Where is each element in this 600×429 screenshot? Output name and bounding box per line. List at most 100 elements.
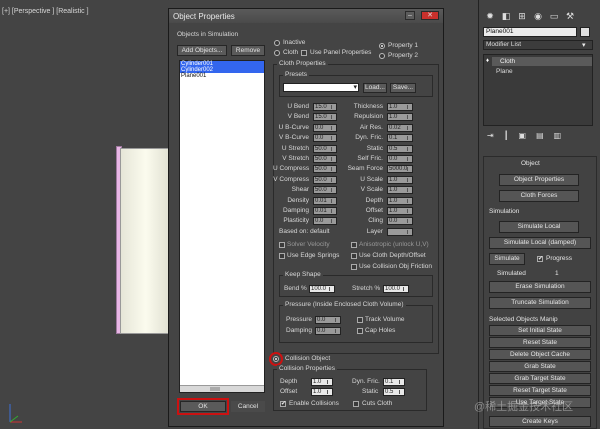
modifier-stack[interactable]: Cloth ♦ Plane bbox=[483, 54, 593, 126]
chevron-down-icon[interactable]: ▾ bbox=[582, 41, 586, 49]
property1-radio[interactable] bbox=[379, 43, 385, 49]
param-spinner[interactable]: 0.0 bbox=[387, 217, 413, 226]
cloth-forces-button[interactable]: Cloth Forces bbox=[499, 190, 579, 202]
param-spinner[interactable]: 50.0 bbox=[313, 144, 337, 153]
param-spinner[interactable]: 50.0 bbox=[313, 186, 337, 195]
cap-holes-checkbox[interactable] bbox=[357, 328, 363, 334]
param-spinner[interactable]: 0.02 bbox=[387, 123, 413, 132]
scroll-thumb[interactable] bbox=[210, 387, 220, 391]
param-spinner[interactable]: 1.0 bbox=[387, 186, 413, 195]
stretch-spinner[interactable]: 100.0 bbox=[383, 285, 409, 293]
param-spinner[interactable]: 50.0 bbox=[313, 165, 337, 174]
viewport-label[interactable]: [+] [Perspective ] [Realistic ] bbox=[2, 8, 89, 15]
param-spinner[interactable]: 0.5 bbox=[387, 144, 413, 153]
ok-button[interactable]: OK bbox=[180, 401, 226, 412]
param-spinner[interactable]: 1.0 bbox=[387, 196, 413, 205]
param-label: Offset bbox=[365, 207, 383, 214]
param-spinner[interactable]: 50.0 bbox=[313, 175, 337, 184]
object-name-field[interactable]: Plane001 bbox=[483, 27, 577, 37]
param-spinner[interactable]: 0.1 bbox=[387, 134, 413, 143]
set-initial-state-button[interactable]: Set Initial State bbox=[489, 325, 591, 336]
enable-collisions-checkbox[interactable] bbox=[280, 400, 286, 407]
modify-tab-icon[interactable]: ◧ bbox=[499, 10, 513, 22]
reset-target-state-button[interactable]: Reset Target State bbox=[489, 385, 591, 396]
damping-spinner[interactable]: 0.0 bbox=[315, 327, 341, 335]
remove-button[interactable]: Remove bbox=[231, 45, 265, 56]
add-objects-button[interactable]: Add Objects... bbox=[177, 45, 227, 56]
use-panel-properties-checkbox[interactable] bbox=[301, 50, 307, 56]
inactive-radio[interactable] bbox=[274, 40, 280, 46]
param-spinner[interactable]: 0.0 bbox=[313, 123, 337, 132]
param-spinner[interactable]: 0.0 bbox=[387, 155, 413, 163]
create-keys-button[interactable]: Create Keys bbox=[489, 416, 591, 427]
use-cloth-depth-checkbox[interactable] bbox=[351, 253, 357, 259]
grab-target-state-button[interactable]: Grab Target State bbox=[489, 373, 591, 384]
modifier-list-dropdown[interactable]: Modifier List bbox=[483, 40, 593, 50]
offset-spinner[interactable]: 1.0 bbox=[311, 388, 333, 396]
object-properties-button[interactable]: Object Properties bbox=[499, 174, 579, 186]
delete-object-cache-button[interactable]: Delete Object Cache bbox=[489, 349, 591, 360]
hierarchy-tab-icon[interactable]: ⊞ bbox=[515, 10, 529, 22]
simulate-button[interactable]: Simulate bbox=[489, 253, 525, 265]
param-spinner[interactable]: 1.0 bbox=[387, 207, 413, 215]
stack-tools-icon[interactable]: ⇥┃▣▤▥ bbox=[487, 131, 587, 143]
property2-radio[interactable] bbox=[379, 53, 385, 59]
dyn-fric-spinner[interactable]: 0.1 bbox=[383, 378, 405, 386]
erase-simulation-button[interactable]: Erase Simulation bbox=[489, 281, 591, 293]
objects-listbox[interactable]: Cylinder001 Cylinder002 Plane001 bbox=[179, 60, 265, 393]
minimize-icon[interactable]: – bbox=[405, 11, 415, 20]
stack-item-cloth[interactable]: Cloth bbox=[492, 57, 592, 66]
load-button[interactable]: Load... bbox=[363, 83, 387, 93]
list-scrollbar[interactable] bbox=[180, 385, 264, 392]
depth-label: Depth bbox=[280, 378, 298, 385]
presets-dropdown[interactable] bbox=[283, 83, 359, 92]
cloth-plane-object[interactable] bbox=[120, 148, 172, 334]
motion-tab-icon[interactable]: ◉ bbox=[531, 10, 545, 22]
list-item[interactable]: Plane001 bbox=[180, 73, 264, 79]
param-spinner[interactable]: 15.0 bbox=[313, 103, 337, 111]
object-color-swatch[interactable] bbox=[580, 27, 590, 37]
track-volume-checkbox[interactable] bbox=[357, 317, 363, 323]
pressure-spinner[interactable]: 0.0 bbox=[315, 316, 341, 324]
cuts-cloth-checkbox[interactable] bbox=[353, 401, 359, 407]
stack-item-plane[interactable]: Plane bbox=[496, 68, 513, 75]
reset-state-button[interactable]: Reset State bbox=[489, 337, 591, 348]
param-spinner[interactable]: 1.0 bbox=[387, 103, 413, 111]
cloth-radio[interactable] bbox=[274, 50, 280, 56]
depth-spinner[interactable]: 1.0 bbox=[311, 378, 333, 386]
bulb-icon[interactable]: ♦ bbox=[486, 58, 489, 64]
param-spinner[interactable]: 0.01 bbox=[313, 196, 337, 205]
close-icon[interactable]: ✕ bbox=[421, 11, 439, 20]
stretch-label: Stretch % bbox=[352, 285, 381, 292]
layer-spinner[interactable] bbox=[387, 228, 413, 236]
simulate-local-button[interactable]: Simulate Local bbox=[499, 221, 579, 233]
param-spinner[interactable]: 5000.0 bbox=[387, 165, 413, 174]
create-tab-icon[interactable]: ✹ bbox=[483, 10, 497, 22]
objects-in-simulation-label: Objects in Simulation bbox=[177, 31, 239, 38]
progress-checkbox[interactable] bbox=[537, 255, 543, 262]
use-collision-friction-checkbox[interactable] bbox=[351, 264, 357, 270]
utilities-tab-icon[interactable]: ⚒ bbox=[563, 10, 577, 22]
param-spinner[interactable]: 0.01 bbox=[313, 207, 337, 215]
bend-spinner[interactable]: 100.0 bbox=[309, 285, 335, 293]
display-tab-icon[interactable]: ▭ bbox=[547, 10, 561, 22]
save-button[interactable]: Save... bbox=[390, 83, 416, 93]
grab-state-button[interactable]: Grab State bbox=[489, 361, 591, 372]
collision-object-radio[interactable] bbox=[273, 356, 279, 362]
param-spinner[interactable]: 50.0 bbox=[313, 155, 337, 163]
cancel-button[interactable]: Cancel bbox=[231, 401, 265, 412]
param-spinner[interactable]: 0.0 bbox=[313, 134, 337, 143]
param-spinner[interactable]: 1.0 bbox=[387, 113, 413, 122]
object-section-title: Object bbox=[521, 160, 540, 167]
static-spinner[interactable]: 0.5 bbox=[383, 388, 405, 396]
anisotropic-checkbox[interactable] bbox=[351, 242, 357, 248]
solver-velocity-checkbox[interactable] bbox=[279, 242, 285, 248]
truncate-simulation-button[interactable]: Truncate Simulation bbox=[489, 297, 591, 309]
command-panel: ✹ ◧ ⊞ ◉ ▭ ⚒ Plane001 Modifier List ▾ Clo… bbox=[478, 0, 600, 429]
param-spinner[interactable]: 0.0 bbox=[313, 217, 337, 226]
param-spinner[interactable]: 1.0 bbox=[387, 175, 413, 184]
use-edge-springs-checkbox[interactable] bbox=[279, 253, 285, 259]
based-on-label: Based on: default bbox=[279, 228, 330, 235]
simulate-local-damped-button[interactable]: Simulate Local (damped) bbox=[489, 237, 591, 249]
param-spinner[interactable]: 15.0 bbox=[313, 113, 337, 122]
